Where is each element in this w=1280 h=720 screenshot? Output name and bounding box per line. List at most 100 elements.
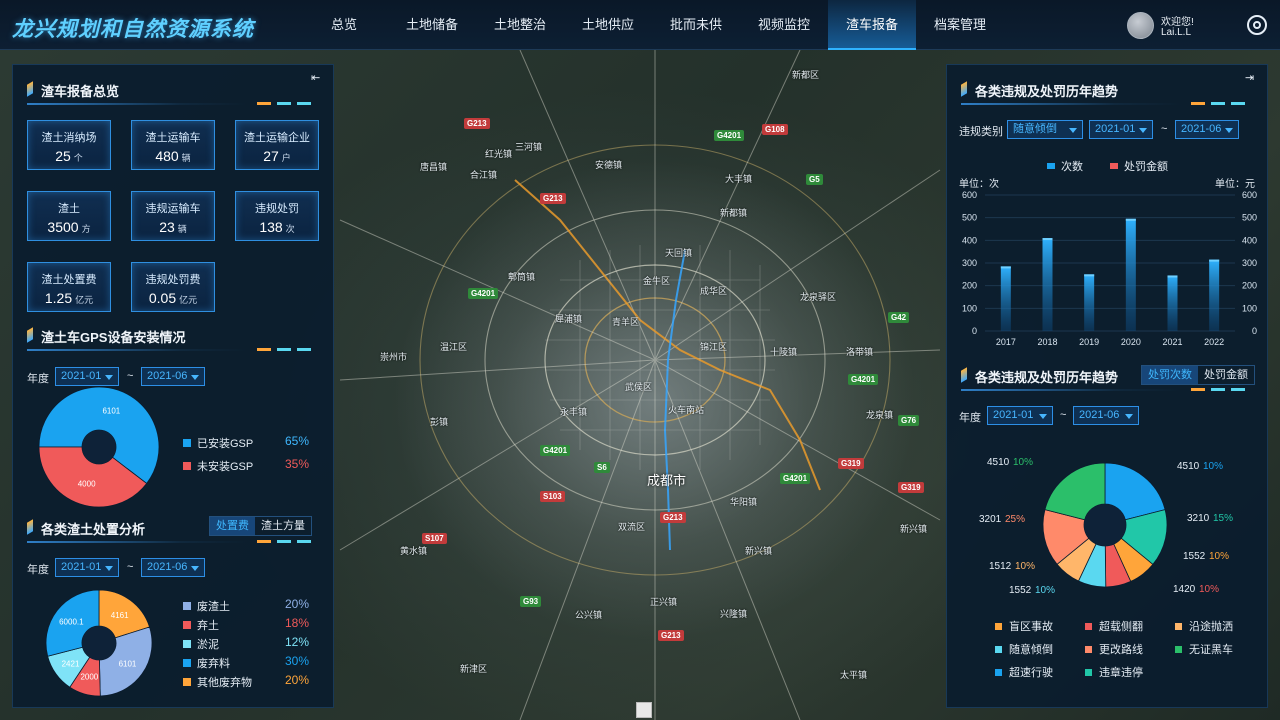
y2-tick-label: 500 — [1242, 213, 1257, 223]
slice-label: 4161 — [111, 611, 129, 620]
user-name: Lai.L.L — [1161, 27, 1192, 38]
range-separator: ~ — [1060, 409, 1067, 421]
stat-label: 渣土运输车 — [145, 132, 201, 144]
violation-legend-item: 超速行驶 — [995, 664, 1053, 680]
map-place-label: 安德镇 — [595, 160, 623, 170]
range-separator: ~ — [1161, 123, 1168, 135]
y2-tick-label: 400 — [1242, 235, 1257, 245]
violation-type-select[interactable]: 随意倾倒 — [1007, 120, 1083, 139]
collapse-icon[interactable]: ⇤ — [311, 73, 323, 84]
map-place-label: 洛带镇 — [846, 347, 874, 357]
legend-penalty-amount: 处罚金额 — [1110, 158, 1168, 174]
slice-value-label: 1420 — [1173, 584, 1196, 595]
nav-item-land-reserve[interactable]: 土地储备 — [388, 0, 476, 50]
map-place-label: 龙泉镇 — [866, 410, 894, 420]
main-nav: 总览 土地储备 土地整治 土地供应 批而未供 视频监控 渣车报备 档案管理 — [300, 0, 1004, 50]
stat-label: 违规处罚 — [255, 203, 299, 215]
stat-value: 138 次 — [259, 219, 295, 235]
map-place-label: 新津区 — [460, 664, 488, 674]
nav-item-truck-report[interactable]: 渣车报备 — [828, 0, 916, 50]
year-filter-label: 年度 — [27, 564, 49, 576]
slice-pct-label: 15% — [1213, 513, 1233, 524]
range-separator: ~ — [127, 370, 134, 382]
legend-swatch — [1085, 622, 1092, 630]
map-place-label: 大丰镇 — [725, 174, 753, 184]
trend-date-to-select[interactable]: 2021-06 — [1175, 120, 1239, 139]
trend-date-from-select[interactable]: 2021-01 — [1089, 120, 1153, 139]
stat-card-violating-trucks[interactable]: 违规运输车 23 辆 — [131, 191, 215, 241]
nav-item-approved-unsupplied[interactable]: 批而未供 — [652, 0, 740, 50]
tab-penalty-count[interactable]: 处罚次数 — [1142, 366, 1198, 384]
gps-date-from-select[interactable]: 2021-01 — [55, 367, 119, 386]
tab-disposal-fee[interactable]: 处置费 — [210, 517, 255, 535]
year-filter-label: 年度 — [959, 412, 981, 424]
map-place-label: 金牛区 — [643, 276, 671, 286]
road-tag: G213 — [660, 512, 686, 523]
x-tick-label: 2022 — [1204, 337, 1224, 347]
stat-label: 渣土 — [58, 203, 80, 215]
bar-cap — [1042, 238, 1053, 241]
map-place-label: 三河镇 — [515, 142, 543, 152]
slice-value-label: 4510 — [987, 457, 1010, 468]
trend2-date-to-select[interactable]: 2021-06 — [1073, 406, 1139, 425]
stat-card-companies[interactable]: 渣土运输企业 27 户 — [235, 120, 319, 170]
legend-swatch — [183, 678, 191, 686]
stat-card-penalties[interactable]: 违规处罚 138 次 — [235, 191, 319, 241]
bar[interactable] — [1000, 266, 1011, 331]
road-tag: S107 — [422, 533, 447, 544]
stat-card-dump-sites[interactable]: 渣土消纳场 25 个 — [27, 120, 111, 170]
gps-date-to-select[interactable]: 2021-06 — [141, 367, 205, 386]
legend-swatch — [995, 622, 1002, 630]
nav-item-overview[interactable]: 总览 — [300, 0, 388, 50]
stat-card-trucks[interactable]: 渣土运输车 480 辆 — [131, 120, 215, 170]
bar[interactable] — [1042, 238, 1053, 331]
overview-title: 渣车报备总览 — [27, 81, 119, 100]
violation-legend-item: 更改路线 — [1085, 641, 1143, 657]
bar[interactable] — [1125, 218, 1136, 331]
y-tick-label: 600 — [962, 190, 977, 200]
slice-value-label: 4510 — [1177, 461, 1200, 472]
map-place-label: 华阳镇 — [730, 497, 758, 507]
donut-hole — [82, 430, 116, 464]
bar[interactable] — [1084, 274, 1095, 331]
bar[interactable] — [1167, 275, 1178, 331]
slice-label: 6000.1 — [59, 618, 84, 627]
broken-image-icon — [636, 702, 652, 718]
section-dash-decor — [257, 348, 311, 351]
legend-swatch — [183, 602, 191, 610]
disposal-date-from-select[interactable]: 2021-01 — [55, 558, 119, 577]
slice-label: 4000 — [78, 479, 96, 488]
tab-penalty-amount[interactable]: 处罚金额 — [1198, 366, 1254, 384]
trend2-date-from-select[interactable]: 2021-01 — [987, 406, 1053, 425]
bar[interactable] — [1209, 259, 1220, 331]
slice-pct-label: 10% — [1203, 461, 1223, 472]
nav-item-video-monitor[interactable]: 视频监控 — [740, 0, 828, 50]
map-place-label: 合江镇 — [470, 170, 498, 180]
y2-tick-label: 200 — [1242, 281, 1257, 291]
stat-label: 违规运输车 — [145, 203, 201, 215]
map-place-label: 新都镇 — [720, 208, 748, 218]
stat-card-disposal-fee[interactable]: 渣土处置费 1.25 亿元 — [27, 262, 111, 312]
legend-swatch — [995, 668, 1002, 676]
app-title: 龙兴规划和自然资源系统 — [12, 18, 254, 41]
avatar[interactable] — [1127, 12, 1154, 39]
map-place-label: 新兴镇 — [900, 524, 928, 534]
stat-card-earthwork[interactable]: 渣土 3500 方 — [27, 191, 111, 241]
slice-label: 2421 — [62, 659, 80, 668]
stat-card-penalty-fee[interactable]: 违规处罚费 0.05 亿元 — [131, 262, 215, 312]
gear-icon[interactable] — [1247, 15, 1267, 35]
tab-earthwork-volume[interactable]: 渣土方量 — [255, 517, 311, 535]
trend2-tab-toggle: 处罚次数 处罚金额 — [1141, 365, 1255, 385]
disposal-pct: 12% — [284, 635, 309, 649]
expand-icon[interactable]: ⇥ — [1245, 73, 1257, 84]
disposal-legend-item: 废弃料 — [183, 655, 230, 671]
nav-item-archive[interactable]: 档案管理 — [916, 0, 1004, 50]
nav-item-land-remediation[interactable]: 土地整治 — [476, 0, 564, 50]
map-place-label: 犀浦镇 — [555, 314, 583, 324]
nav-item-land-supply[interactable]: 土地供应 — [564, 0, 652, 50]
legend-swatch — [1085, 645, 1092, 653]
disposal-date-to-select[interactable]: 2021-06 — [141, 558, 205, 577]
stat-label: 违规处罚费 — [145, 274, 201, 286]
slice-pct-label: 10% — [1013, 457, 1033, 468]
violation-donut-chart: 4510 10%3210 15%1552 10%1420 10%1552 10%1512 1… — [979, 457, 1233, 596]
